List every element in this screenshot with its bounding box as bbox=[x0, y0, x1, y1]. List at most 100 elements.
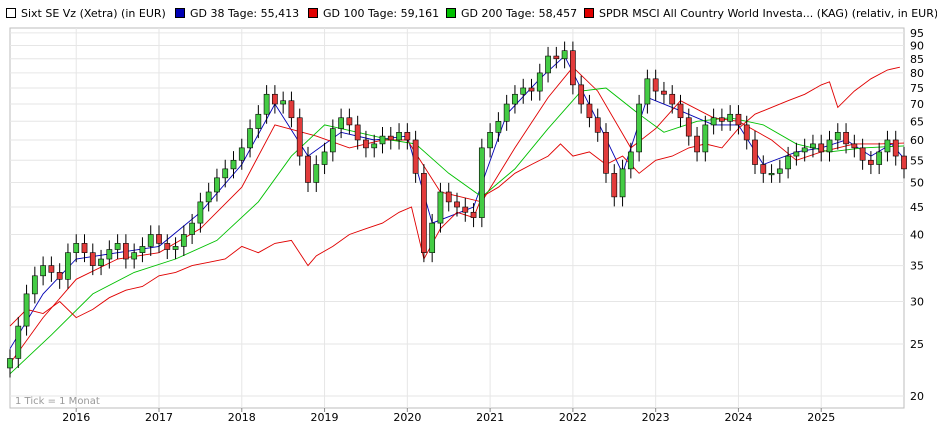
candle bbox=[421, 173, 427, 253]
candle bbox=[387, 135, 394, 141]
candle bbox=[710, 117, 717, 126]
candle bbox=[180, 234, 187, 247]
x-tick-label: 2023 bbox=[642, 411, 670, 424]
candle bbox=[603, 132, 609, 174]
candle bbox=[363, 139, 369, 149]
candle bbox=[843, 132, 849, 145]
candle bbox=[238, 147, 245, 161]
candle bbox=[189, 222, 195, 235]
x-tick-label: 2024 bbox=[724, 411, 752, 424]
candle bbox=[255, 113, 262, 129]
candle bbox=[164, 243, 171, 250]
y-tick-label: 75 bbox=[910, 82, 924, 95]
candle bbox=[106, 249, 113, 260]
candle bbox=[346, 117, 353, 126]
y-tick-label: 50 bbox=[910, 176, 924, 189]
candle bbox=[520, 87, 527, 95]
candle bbox=[73, 243, 80, 253]
candle bbox=[462, 206, 469, 213]
candle bbox=[752, 139, 758, 165]
x-tick-label: 2020 bbox=[393, 411, 421, 424]
y-tick-label: 60 bbox=[910, 134, 924, 147]
candle bbox=[89, 252, 96, 266]
candle bbox=[15, 325, 22, 359]
y-tick-label: 55 bbox=[910, 154, 924, 167]
candle bbox=[669, 93, 676, 105]
candle bbox=[272, 93, 278, 105]
x-tick-label: 2025 bbox=[807, 411, 835, 424]
candle bbox=[801, 147, 808, 153]
y-tick-label: 70 bbox=[910, 98, 924, 111]
candle bbox=[205, 191, 212, 203]
candle bbox=[776, 168, 783, 174]
candle bbox=[884, 139, 891, 153]
candle bbox=[503, 103, 510, 122]
candle bbox=[694, 135, 700, 153]
candle bbox=[470, 211, 477, 218]
candle bbox=[561, 50, 568, 60]
plot-frame bbox=[9, 27, 905, 409]
x-tick-label: 2018 bbox=[228, 411, 256, 424]
candle bbox=[48, 265, 55, 273]
candle bbox=[892, 139, 899, 157]
candle bbox=[512, 93, 518, 105]
candle bbox=[197, 201, 204, 224]
candle bbox=[586, 103, 593, 119]
candle bbox=[296, 117, 303, 157]
candle bbox=[147, 234, 154, 247]
candle bbox=[768, 173, 775, 176]
candle bbox=[222, 168, 229, 179]
candle bbox=[56, 272, 63, 280]
x-tick-label: 2021 bbox=[476, 411, 504, 424]
candle bbox=[661, 90, 667, 95]
y-tick-label: 90 bbox=[910, 39, 924, 52]
candle bbox=[379, 135, 386, 145]
x-tick-label: 2017 bbox=[145, 411, 173, 424]
candle bbox=[263, 93, 270, 115]
candle bbox=[404, 132, 411, 141]
y-tick-label: 95 bbox=[910, 27, 924, 40]
candle bbox=[545, 55, 551, 74]
candle bbox=[7, 358, 13, 369]
candle bbox=[396, 132, 402, 141]
candle bbox=[785, 155, 791, 170]
candle bbox=[528, 87, 535, 92]
candle bbox=[114, 243, 121, 250]
candle bbox=[536, 72, 543, 92]
candle bbox=[834, 132, 841, 141]
candle bbox=[371, 143, 378, 149]
candle bbox=[172, 246, 179, 250]
candle bbox=[429, 222, 436, 253]
candle bbox=[851, 143, 858, 149]
y-tick-label: 80 bbox=[910, 67, 924, 80]
candle bbox=[23, 293, 30, 327]
chart-root: Sixt SE Vz (Xetra) (in EUR) GD 38 Tage: … bbox=[0, 0, 937, 430]
candle bbox=[611, 173, 618, 198]
y-tick-label: 35 bbox=[910, 260, 924, 273]
candle bbox=[636, 103, 642, 153]
candle bbox=[412, 139, 419, 174]
candle bbox=[131, 252, 138, 260]
candle bbox=[487, 132, 493, 149]
candle bbox=[644, 78, 651, 105]
candle bbox=[445, 191, 452, 203]
candle bbox=[454, 201, 460, 208]
candle bbox=[329, 128, 336, 153]
candle bbox=[818, 143, 825, 153]
candle bbox=[354, 124, 361, 141]
candle bbox=[31, 275, 38, 295]
candle bbox=[437, 191, 444, 224]
price-chart: 202530354045505560657075808590952016 2017… bbox=[7, 27, 924, 424]
y-tick-label: 45 bbox=[910, 201, 924, 214]
y-tick-label: 30 bbox=[910, 296, 924, 309]
candle bbox=[627, 151, 634, 170]
candle bbox=[619, 168, 626, 198]
candle bbox=[702, 124, 709, 153]
candle bbox=[793, 151, 800, 157]
candle bbox=[495, 121, 502, 133]
candle bbox=[214, 177, 220, 193]
y-tick-label: 40 bbox=[910, 228, 924, 241]
y-tick-label: 25 bbox=[910, 338, 924, 351]
x-tick-label: 2019 bbox=[311, 411, 339, 424]
candle bbox=[65, 252, 71, 280]
